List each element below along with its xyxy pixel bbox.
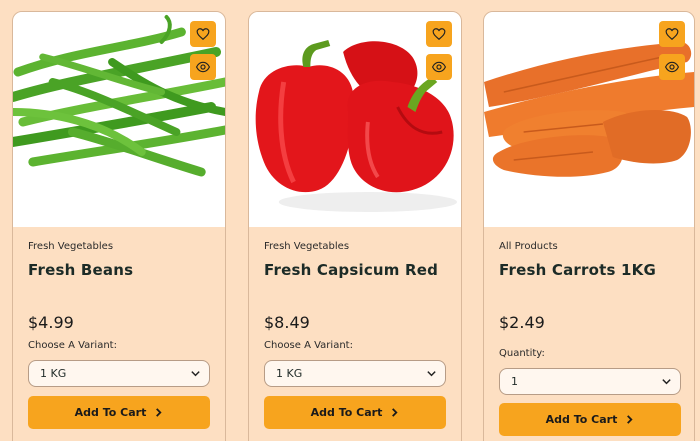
product-price: $2.49 (499, 313, 545, 332)
chevron-right-icon (392, 408, 398, 417)
eye-icon (665, 61, 679, 73)
product-card[interactable]: Fresh Vegetables Fresh Capsicum Red $8.4… (248, 11, 462, 441)
chevron-down-icon (427, 371, 436, 377)
add-to-cart-button[interactable]: Add To Cart (264, 396, 446, 429)
chevron-down-icon (662, 379, 671, 385)
quantity-select[interactable]: 1 (499, 368, 681, 395)
add-to-cart-label: Add To Cart (74, 406, 147, 419)
wishlist-button[interactable] (659, 21, 685, 47)
product-price: $4.99 (28, 313, 74, 332)
variant-select-value: 1 KG (40, 367, 67, 380)
quantity-select-value: 1 (511, 375, 518, 388)
variant-label: Choose A Variant: (28, 340, 117, 351)
product-category: Fresh Vegetables (264, 241, 350, 252)
quick-view-button[interactable] (659, 54, 685, 80)
chevron-right-icon (627, 415, 633, 424)
product-name[interactable]: Fresh Capsicum Red (264, 262, 454, 279)
quantity-label: Quantity: (499, 348, 545, 359)
quick-view-button[interactable] (426, 54, 452, 80)
wishlist-button[interactable] (426, 21, 452, 47)
add-to-cart-label: Add To Cart (545, 413, 618, 426)
variant-select-value: 1 KG (276, 367, 303, 380)
product-card[interactable]: Fresh Vegetables Fresh Beans $4.99 Choos… (12, 11, 226, 441)
heart-icon (196, 28, 210, 41)
chevron-right-icon (156, 408, 162, 417)
quick-view-button[interactable] (190, 54, 216, 80)
product-category: Fresh Vegetables (28, 241, 114, 252)
product-name[interactable]: Fresh Carrots 1KG (499, 262, 689, 279)
product-category: All Products (499, 241, 558, 252)
add-to-cart-label: Add To Cart (310, 406, 383, 419)
add-to-cart-button[interactable]: Add To Cart (499, 403, 681, 436)
product-price: $8.49 (264, 313, 310, 332)
eye-icon (432, 61, 446, 73)
variant-select[interactable]: 1 KG (264, 360, 446, 387)
wishlist-button[interactable] (190, 21, 216, 47)
chevron-down-icon (191, 371, 200, 377)
heart-icon (665, 28, 679, 41)
product-card[interactable]: All Products Fresh Carrots 1KG $2.49 Qua… (483, 11, 695, 441)
heart-icon (432, 28, 446, 41)
product-grid: Fresh Vegetables Fresh Beans $4.99 Choos… (0, 0, 700, 441)
add-to-cart-button[interactable]: Add To Cart (28, 396, 210, 429)
eye-icon (196, 61, 210, 73)
product-name[interactable]: Fresh Beans (28, 262, 218, 279)
variant-select[interactable]: 1 KG (28, 360, 210, 387)
variant-label: Choose A Variant: (264, 340, 353, 351)
